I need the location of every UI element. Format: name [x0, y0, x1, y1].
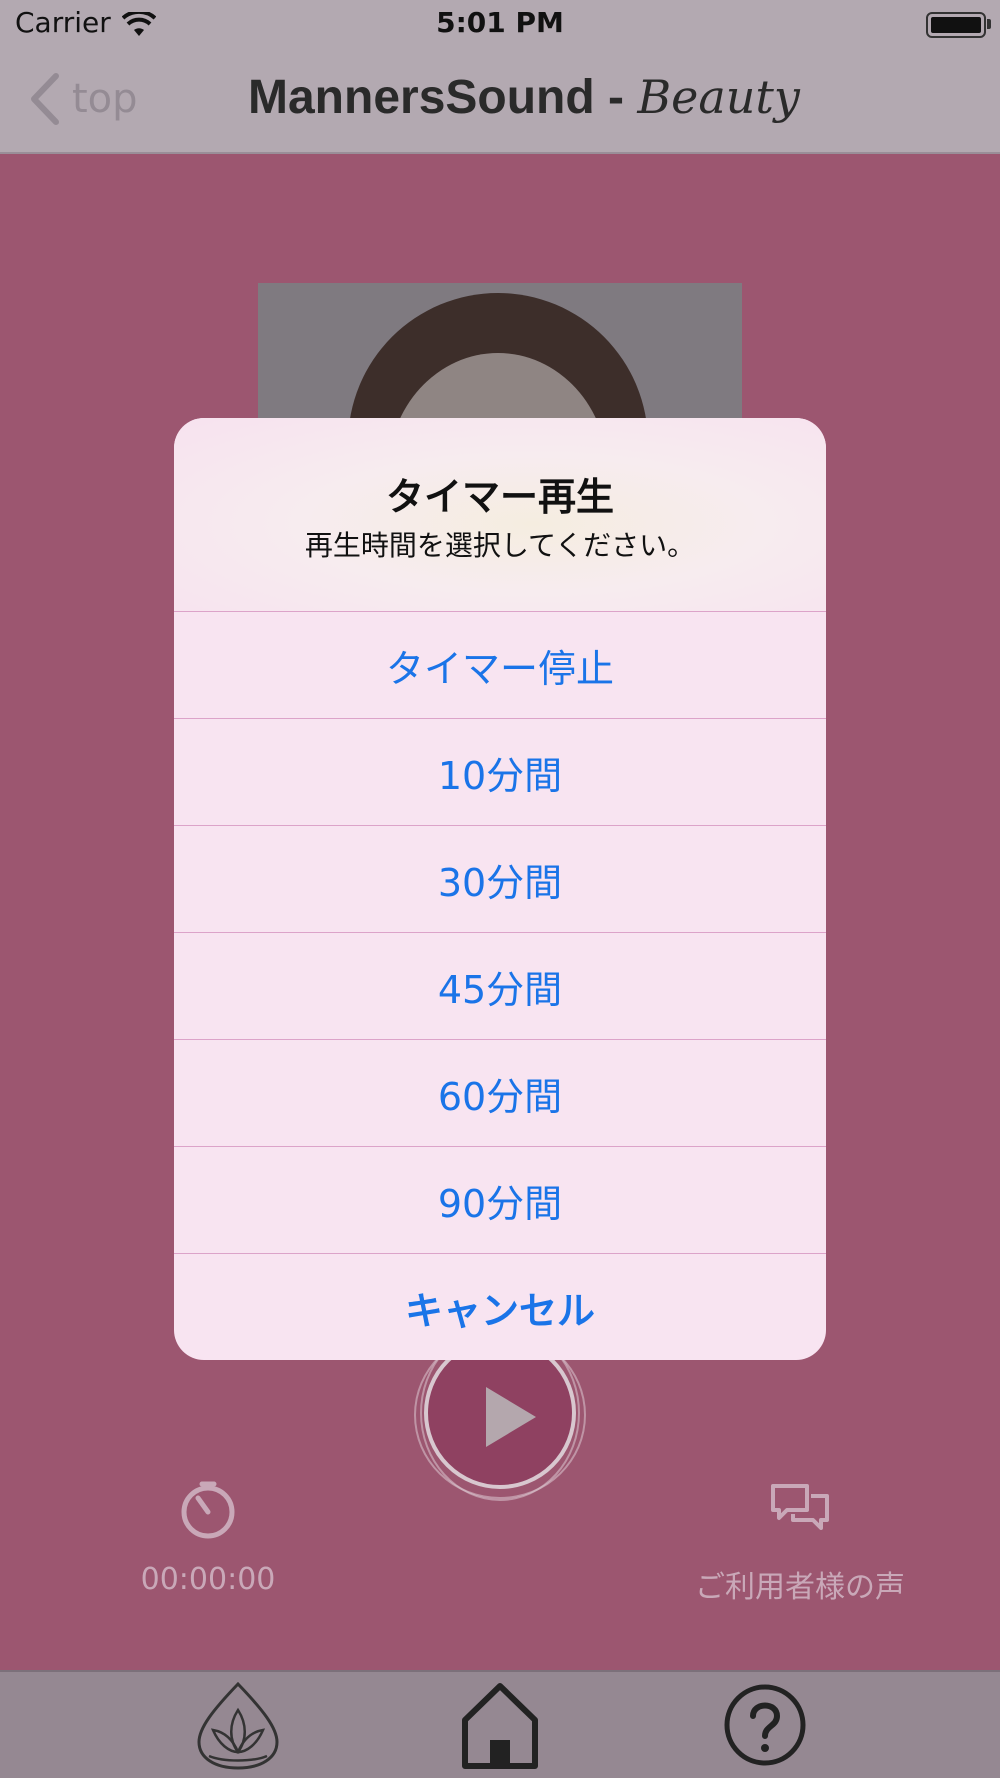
app-title-main: MannersSound -	[248, 71, 638, 124]
back-button[interactable]: top	[28, 72, 138, 126]
navigation-bar: top MannersSound - Beauty	[0, 50, 1000, 154]
user-voices-control[interactable]: ご利用者様の声	[670, 1480, 930, 1606]
clock: 5:01 PM	[436, 6, 564, 39]
alert-title: タイマー再生	[385, 475, 614, 519]
chat-bubbles-icon	[771, 1484, 829, 1530]
play-icon	[486, 1387, 536, 1447]
tab-home[interactable]	[455, 1680, 545, 1770]
user-voices-label: ご利用者様の声	[695, 1570, 905, 1605]
alert-header: タイマー再生 再生時間を選択してください。	[174, 418, 826, 611]
timer-90min-button[interactable]: 90分間	[174, 1146, 826, 1253]
alert-message: 再生時間を選択してください。	[304, 529, 696, 562]
chevron-left-icon	[31, 73, 59, 125]
tab-lotus[interactable]	[193, 1680, 283, 1770]
timer-icon	[181, 1481, 235, 1539]
timer-30min-button[interactable]: 30分間	[174, 825, 826, 932]
battery-icon	[926, 12, 986, 38]
battery-tip	[987, 19, 991, 29]
app-title-script: Beauty	[637, 70, 800, 124]
timer-value: 00:00:00	[140, 1562, 276, 1597]
home-icon	[462, 1683, 538, 1769]
app-title: MannersSound - Beauty	[248, 70, 800, 125]
status-bar: Carrier 5:01 PM	[0, 0, 1000, 50]
timer-control[interactable]: 00:00:00	[108, 1480, 308, 1597]
timer-45min-button[interactable]: 45分間	[174, 932, 826, 1039]
timer-10min-button[interactable]: 10分間	[174, 718, 826, 825]
cancel-button[interactable]: キャンセル	[174, 1253, 826, 1360]
tab-bar	[0, 1670, 1000, 1778]
help-icon	[724, 1684, 806, 1766]
timer-stop-button[interactable]: タイマー停止	[174, 611, 826, 718]
back-label: top	[72, 76, 138, 122]
timer-60min-button[interactable]: 60分間	[174, 1039, 826, 1146]
timer-alert-dialog: タイマー再生 再生時間を選択してください。 タイマー停止 10分間 30分間 4…	[174, 418, 826, 1360]
lotus-icon	[197, 1681, 279, 1770]
tab-help[interactable]	[720, 1680, 810, 1770]
